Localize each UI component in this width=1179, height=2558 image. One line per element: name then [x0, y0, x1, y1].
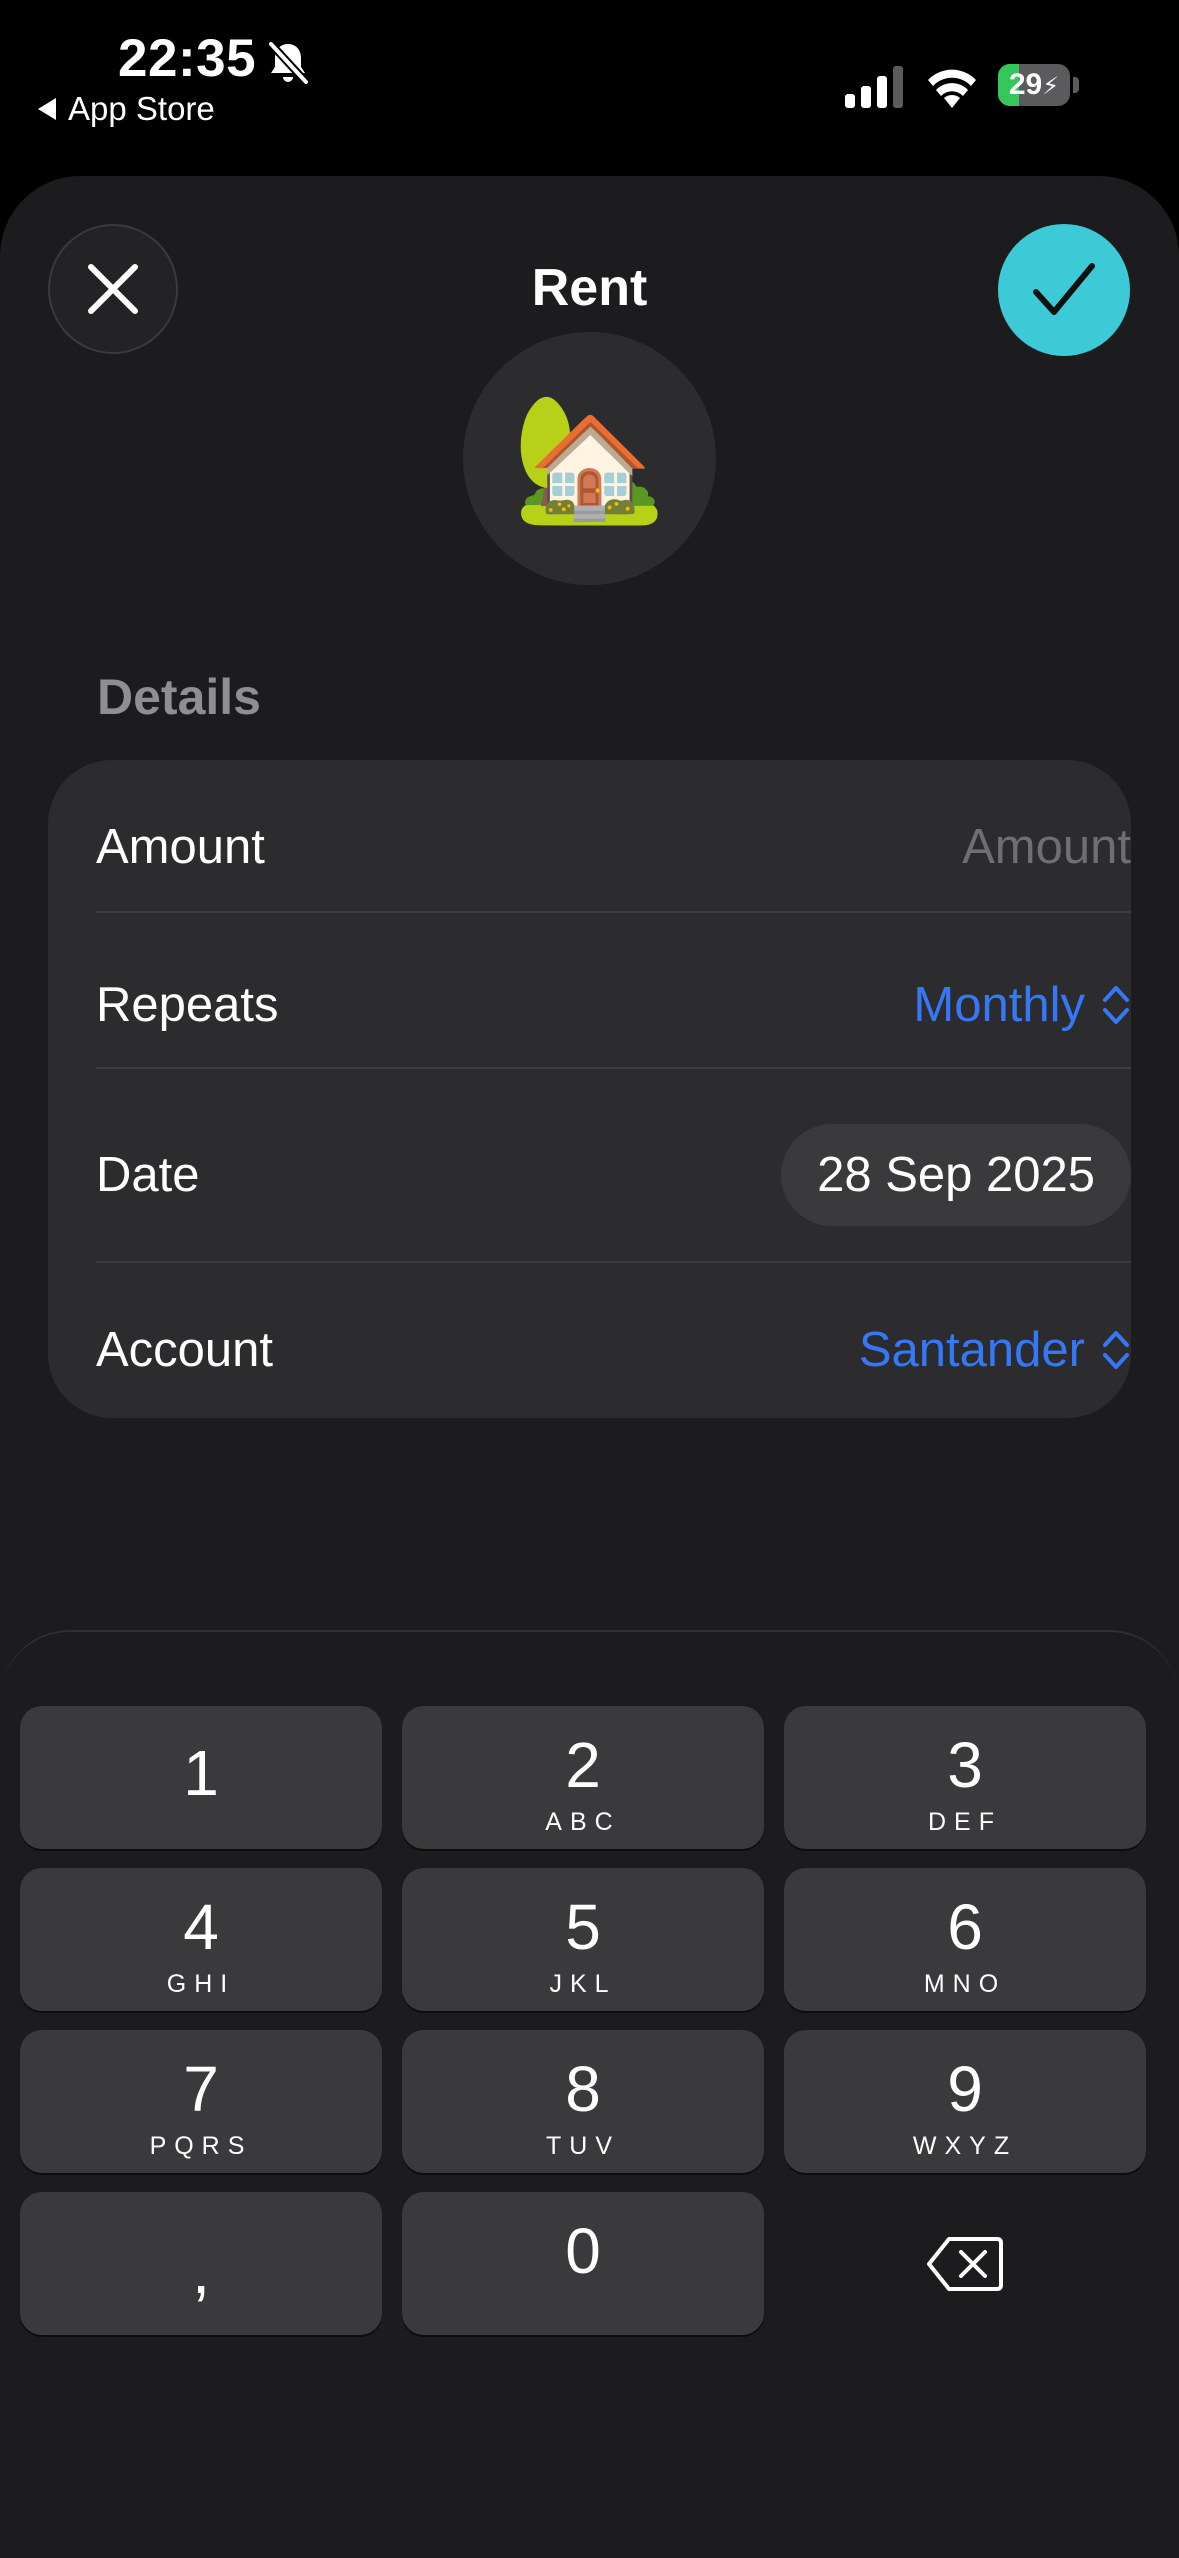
- key-number: ,: [191, 2233, 211, 2307]
- delete-button[interactable]: [784, 2192, 1146, 2335]
- key-number: 8: [565, 2053, 601, 2125]
- key-letters: ABC: [545, 1808, 621, 1836]
- key-number: 6: [947, 1891, 983, 1963]
- cellular-signal-icon: [845, 66, 903, 108]
- confirm-button[interactable]: [998, 224, 1130, 356]
- status-bar: 22:35 App Store 29⚡: [0, 0, 1179, 170]
- divider: [96, 911, 1131, 913]
- key-4[interactable]: 4 GHI: [20, 1868, 382, 2011]
- key-number: 2: [565, 1729, 601, 1801]
- key-0[interactable]: 0: [402, 2192, 764, 2335]
- chevron-up-down-icon: [1103, 986, 1129, 1024]
- key-letters: TUV: [546, 2132, 620, 2160]
- key-number: 3: [947, 1729, 983, 1801]
- key-letters: MNO: [923, 1970, 1007, 1998]
- key-letters: GHI: [166, 1970, 236, 1998]
- wifi-icon: [928, 69, 976, 108]
- details-card: Amount Amount Repeats Monthly Date 28 Se…: [48, 760, 1131, 1418]
- battery-level: 29: [1008, 68, 1043, 101]
- key-number: 0: [565, 2215, 601, 2287]
- key-letters: PQRS: [149, 2132, 253, 2160]
- key-8[interactable]: 8 TUV: [402, 2030, 764, 2173]
- bolt-icon: ⚡: [1042, 73, 1060, 100]
- key-5[interactable]: 5 JKL: [402, 1868, 764, 2011]
- repeats-row[interactable]: Repeats Monthly: [96, 940, 1131, 1070]
- checkmark-icon: [1033, 263, 1095, 315]
- delete-backward-icon: [927, 2236, 1003, 2291]
- date-label: Date: [96, 1148, 200, 1202]
- key-7[interactable]: 7 PQRS: [20, 2030, 382, 2173]
- amount-row[interactable]: Amount Amount: [96, 792, 1131, 902]
- key-number: 9: [947, 2053, 983, 2125]
- key-letters: WXYZ: [912, 2132, 1018, 2160]
- key-letters: DEF: [928, 1808, 1002, 1836]
- key-number: 7: [183, 2053, 219, 2125]
- repeats-picker[interactable]: Monthly: [913, 977, 1131, 1033]
- date-row[interactable]: Date 28 Sep 2025: [96, 1110, 1131, 1240]
- repeats-label: Repeats: [96, 978, 279, 1032]
- chevron-up-down-icon: [1103, 1331, 1129, 1369]
- back-to-app-store[interactable]: App Store: [38, 90, 215, 128]
- account-label: Account: [96, 1323, 274, 1377]
- key-letters: JKL: [549, 1970, 617, 1998]
- divider: [96, 1261, 1131, 1263]
- numeric-keypad: 1 2 ABC 3 DEF 4 GHI 5 JKL 6 MNO 7 PQRS 8…: [0, 1630, 1179, 2558]
- key-9[interactable]: 9 WXYZ: [784, 2030, 1146, 2173]
- date-picker[interactable]: 28 Sep 2025: [781, 1124, 1131, 1226]
- amount-field[interactable]: Amount: [962, 819, 1131, 875]
- key-3[interactable]: 3 DEF: [784, 1706, 1146, 1849]
- details-section-label: Details: [97, 669, 261, 725]
- category-emoji-button[interactable]: 🏡: [463, 332, 716, 585]
- account-row[interactable]: Account Santander: [96, 1285, 1131, 1415]
- key-number: 1: [183, 1737, 219, 1809]
- account-value: Santander: [858, 1323, 1085, 1377]
- bell-slash-icon: [268, 41, 309, 85]
- key-6[interactable]: 6 MNO: [784, 1868, 1146, 2011]
- key-number: 4: [183, 1891, 219, 1963]
- repeats-value: Monthly: [913, 978, 1085, 1032]
- key-comma[interactable]: ,: [20, 2192, 382, 2335]
- account-picker[interactable]: Santander: [859, 1322, 1131, 1378]
- key-2[interactable]: 2 ABC: [402, 1706, 764, 1849]
- status-time: 22:35: [118, 29, 257, 88]
- divider: [96, 1067, 1131, 1069]
- battery-charging-icon: 29⚡: [998, 64, 1080, 106]
- back-arrow-icon: [38, 98, 56, 120]
- key-1[interactable]: 1: [20, 1706, 382, 1849]
- back-app-label: App Store: [68, 90, 215, 127]
- key-number: 5: [565, 1891, 601, 1963]
- house-with-garden-icon: 🏡: [512, 389, 667, 527]
- amount-label: Amount: [96, 820, 265, 874]
